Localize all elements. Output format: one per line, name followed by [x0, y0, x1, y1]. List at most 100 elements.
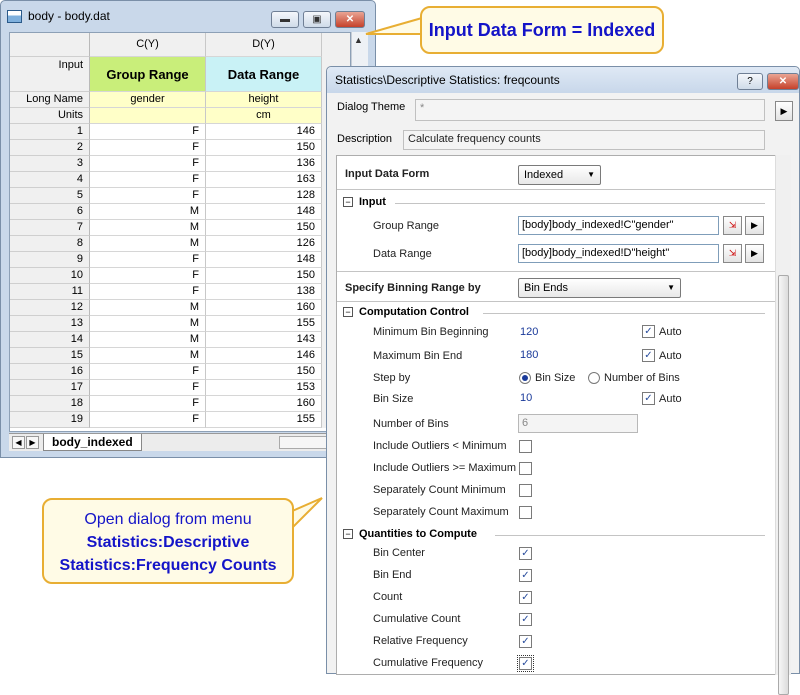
callout-line3: Statistics:Frequency Counts [59, 557, 277, 574]
divider [337, 301, 777, 302]
sep-min-label: Separately Count Minimum [373, 484, 506, 496]
bin-size-auto-checkbox[interactable]: ✓ [642, 392, 655, 405]
dialog-theme-input[interactable]: * [415, 99, 765, 121]
group-range-menu-button[interactable]: ▶ [745, 216, 764, 235]
dialog-close-button[interactable]: ✕ [767, 73, 799, 90]
collapse-icon[interactable]: − [343, 529, 353, 539]
group-range-select-button[interactable]: ⇲ [723, 216, 742, 235]
help-button[interactable]: ? [737, 73, 763, 90]
check-icon: ✓ [521, 614, 530, 625]
bin-size-label: Bin Size [373, 393, 414, 405]
description-label: Description [337, 133, 393, 145]
dialog-title: Statistics\Descriptive Statistics: freqc… [327, 67, 799, 93]
bottom-callout-tail [289, 497, 323, 533]
section-quantities-label: Quantities to Compute [359, 528, 477, 540]
bin-size-value[interactable]: 10 [520, 392, 532, 404]
chevron-down-icon: ▼ [587, 170, 595, 179]
check-icon: ✓ [521, 548, 530, 559]
max-bin-auto-checkbox[interactable]: ✓ [642, 349, 655, 362]
input-data-form-label: Input Data Form [345, 168, 430, 180]
q-count-checkbox[interactable]: ✓ [519, 591, 532, 604]
group-range-input[interactable]: [body]body_indexed!C"gender" [518, 216, 719, 235]
q-bin-center-label: Bin Center [373, 547, 425, 559]
settings-panel: Input Data Form Indexed ▼ − Input Group Ra… [336, 155, 778, 675]
section-computation[interactable]: − Computation Control [343, 306, 469, 318]
help-icon: ? [747, 76, 753, 87]
range-select-icon: ⇲ [728, 220, 737, 230]
check-icon: ✓ [521, 636, 530, 647]
divider [395, 203, 765, 204]
collapse-icon[interactable]: − [343, 307, 353, 317]
data-range-select-button[interactable]: ⇲ [723, 244, 742, 263]
dialog-theme-label: Dialog Theme [337, 101, 406, 113]
freqcounts-dialog: Statistics\Descriptive Statistics: freqc… [326, 66, 800, 695]
min-bin-auto-label: Auto [659, 326, 682, 338]
min-bin-value[interactable]: 120 [520, 326, 538, 338]
triangle-right-icon: ▶ [751, 220, 758, 230]
outliers-min-label: Include Outliers < Minimum [373, 440, 507, 452]
binning-label: Specify Binning Range by [345, 282, 481, 294]
step-num-bins-label: Number of Bins [604, 372, 680, 384]
q-rel-freq-checkbox[interactable]: ✓ [519, 635, 532, 648]
sep-min-checkbox[interactable] [519, 484, 532, 497]
sep-max-checkbox[interactable] [519, 506, 532, 519]
max-bin-label: Maximum Bin End [373, 350, 463, 362]
section-input-label: Input [359, 196, 386, 208]
callout-open-dialog: Open dialog from menu Statistics:Descrip… [42, 498, 294, 584]
close-icon: ✕ [778, 76, 788, 87]
triangle-right-icon: ▶ [780, 105, 788, 116]
section-input[interactable]: − Input [343, 196, 386, 208]
step-num-bins-radio[interactable] [588, 372, 600, 384]
outliers-min-checkbox[interactable] [519, 440, 532, 453]
q-cum-freq-checkbox[interactable]: ✓ [517, 655, 534, 672]
check-icon: ✓ [521, 658, 530, 669]
divider [483, 313, 765, 314]
max-bin-value[interactable]: 180 [520, 349, 538, 361]
top-callout-tail [365, 16, 423, 35]
step-bin-size-radio[interactable] [519, 372, 531, 384]
binning-dropdown[interactable]: Bin Ends ▼ [518, 278, 681, 298]
outliers-max-checkbox[interactable] [519, 462, 532, 475]
chevron-down-icon: ▼ [667, 283, 675, 292]
divider [495, 535, 765, 536]
scroll-thumb[interactable] [778, 275, 789, 695]
data-range-menu-button[interactable]: ▶ [745, 244, 764, 263]
binning-value: Bin Ends [524, 282, 569, 294]
divider [337, 189, 777, 190]
group-range-label: Group Range [373, 220, 440, 232]
data-range-label: Data Range [373, 248, 432, 260]
collapse-icon[interactable]: − [343, 197, 353, 207]
q-cum-count-checkbox[interactable]: ✓ [519, 613, 532, 626]
q-cum-freq-label: Cumulative Frequency [373, 657, 484, 669]
q-cum-count-label: Cumulative Count [373, 613, 461, 625]
q-count-label: Count [373, 591, 403, 603]
check-icon: ✓ [644, 350, 653, 361]
num-bins-label: Number of Bins [373, 418, 449, 430]
step-bin-size-label: Bin Size [535, 372, 576, 384]
section-quantities[interactable]: − Quantities to Compute [343, 528, 477, 540]
section-computation-label: Computation Control [359, 306, 469, 318]
bin-size-auto-label: Auto [659, 393, 682, 405]
q-bin-end-checkbox[interactable]: ✓ [519, 569, 532, 582]
triangle-right-icon: ▶ [751, 248, 758, 258]
min-bin-auto-checkbox[interactable]: ✓ [642, 325, 655, 338]
data-range-input[interactable]: [body]body_indexed!D"height" [518, 244, 719, 263]
q-bin-end-label: Bin End [373, 569, 412, 581]
outliers-max-label: Include Outliers >= Maximum [373, 462, 517, 474]
num-bins-input[interactable]: 6 [518, 414, 638, 433]
input-data-form-value: Indexed [524, 169, 564, 181]
divider [337, 271, 777, 272]
panel-vscroll[interactable] [775, 155, 791, 695]
q-bin-center-checkbox[interactable]: ✓ [519, 547, 532, 560]
description-value: Calculate frequency counts [403, 130, 765, 150]
range-select-icon: ⇲ [728, 248, 737, 258]
max-bin-auto-label: Auto [659, 350, 682, 362]
q-rel-freq-label: Relative Frequency [373, 635, 468, 647]
theme-menu-button[interactable]: ▶ [775, 101, 793, 121]
input-data-form-dropdown[interactable]: Indexed ▼ [518, 165, 601, 185]
min-bin-label: Minimum Bin Beginning [373, 326, 489, 338]
sep-max-label: Separately Count Maximum [373, 506, 509, 518]
callout-input-data-form: Input Data Form = Indexed [420, 6, 664, 54]
callout-line1: Open dialog from menu [84, 511, 252, 528]
check-icon: ✓ [521, 570, 530, 581]
